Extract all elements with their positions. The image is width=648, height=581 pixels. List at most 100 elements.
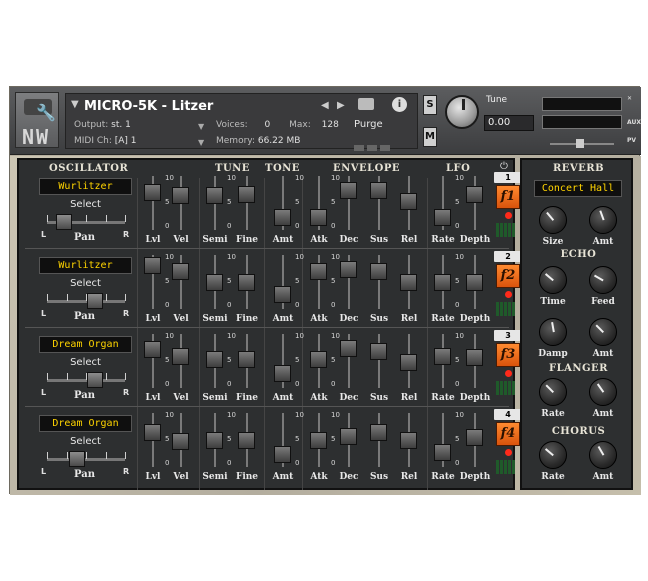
fine-fader[interactable] [237, 176, 257, 230]
echo-time-knob[interactable] [539, 266, 567, 294]
pan-slider-thumb[interactable] [87, 293, 104, 309]
camera-icon[interactable] [358, 98, 374, 110]
aux-label[interactable]: AUX [627, 119, 641, 126]
volume-slider[interactable] [542, 138, 622, 148]
atk-fader[interactable] [309, 334, 329, 388]
echo-amt-knob[interactable] [589, 318, 617, 346]
vel-fader[interactable] [171, 413, 191, 467]
atk-fader-thumb[interactable] [310, 263, 327, 281]
lfo-function-button[interactable]: f1 [496, 185, 520, 209]
fine-fader-thumb[interactable] [238, 186, 255, 204]
pan-slider-thumb[interactable] [87, 372, 104, 388]
vel-fader-thumb[interactable] [172, 348, 189, 366]
rate-fader-thumb[interactable] [434, 444, 451, 462]
pan-slider-thumb[interactable] [68, 451, 85, 467]
dec-fader-thumb[interactable] [340, 427, 357, 445]
semi-fader[interactable] [205, 255, 225, 309]
depth-fader[interactable] [465, 176, 485, 230]
rate-fader[interactable] [433, 176, 453, 230]
max-value[interactable]: 128 [322, 120, 339, 130]
dec-fader[interactable] [339, 255, 359, 309]
atk-fader[interactable] [309, 176, 329, 230]
rel-fader[interactable] [399, 255, 419, 309]
depth-fader-thumb[interactable] [466, 274, 483, 292]
semi-fader[interactable] [205, 413, 225, 467]
amt-fader-thumb[interactable] [274, 286, 291, 304]
vel-fader[interactable] [171, 334, 191, 388]
amt-fader[interactable] [273, 413, 293, 467]
sus-fader[interactable] [369, 176, 389, 230]
amt-fader[interactable] [273, 176, 293, 230]
rate-fader[interactable] [433, 255, 453, 309]
output-dropdown-icon[interactable]: ▼ [198, 122, 208, 132]
amt-fader-thumb[interactable] [274, 208, 291, 226]
atk-fader[interactable] [309, 255, 329, 309]
lvl-fader[interactable] [143, 255, 163, 309]
echo-feed-knob[interactable] [589, 266, 617, 294]
semi-fader-thumb[interactable] [206, 431, 223, 449]
vel-fader[interactable] [171, 176, 191, 230]
wrench-button[interactable]: 🔧 [24, 99, 56, 122]
fine-fader[interactable] [237, 413, 257, 467]
midi-row[interactable]: MIDI Ch: [A] 1 [74, 136, 137, 146]
rel-fader-thumb[interactable] [400, 354, 417, 372]
depth-fader-thumb[interactable] [466, 428, 483, 446]
tune-knob[interactable] [445, 95, 479, 129]
amt-fader-thumb[interactable] [274, 365, 291, 383]
info-icon[interactable]: i [392, 97, 407, 112]
fine-fader-thumb[interactable] [238, 350, 255, 368]
semi-fader[interactable] [205, 176, 225, 230]
rate-fader[interactable] [433, 413, 453, 467]
atk-fader[interactable] [309, 413, 329, 467]
reverb-amt-knob[interactable] [589, 206, 617, 234]
semi-fader-thumb[interactable] [206, 274, 223, 292]
flanger-amt-knob[interactable] [589, 378, 617, 406]
semi-fader-thumb[interactable] [206, 350, 223, 368]
fine-fader-thumb[interactable] [238, 273, 255, 291]
oscillator-sound-display[interactable]: Dream Organ [39, 415, 132, 432]
instrument-name[interactable]: MICRO-5K - Litzer [84, 99, 213, 114]
tune-value[interactable]: 0.00 [484, 115, 534, 131]
oscillator-sound-display[interactable]: Wurlitzer [39, 178, 132, 195]
pan-slider-thumb[interactable] [56, 214, 73, 230]
sus-fader[interactable] [369, 413, 389, 467]
vel-fader-thumb[interactable] [172, 433, 189, 451]
dec-fader[interactable] [339, 334, 359, 388]
chorus-amt-knob[interactable] [589, 441, 617, 469]
dec-fader-thumb[interactable] [340, 181, 357, 199]
rel-fader-thumb[interactable] [400, 192, 417, 210]
amt-fader-thumb[interactable] [274, 446, 291, 464]
semi-fader-thumb[interactable] [206, 187, 223, 205]
lfo-function-button[interactable]: f3 [496, 343, 520, 367]
sus-fader-thumb[interactable] [370, 343, 387, 361]
reverb-size-knob[interactable] [539, 206, 567, 234]
amt-fader[interactable] [273, 334, 293, 388]
lvl-fader-thumb[interactable] [144, 341, 161, 359]
fine-fader[interactable] [237, 255, 257, 309]
lvl-fader-thumb[interactable] [144, 256, 161, 274]
lvl-fader[interactable] [143, 334, 163, 388]
vel-fader-thumb[interactable] [172, 187, 189, 205]
chorus-rate-knob[interactable] [539, 441, 567, 469]
sus-fader-thumb[interactable] [370, 424, 387, 442]
depth-fader[interactable] [465, 255, 485, 309]
dec-fader[interactable] [339, 413, 359, 467]
fine-fader-thumb[interactable] [238, 431, 255, 449]
rate-fader-thumb[interactable] [434, 208, 451, 226]
atk-fader-thumb[interactable] [310, 350, 327, 368]
midi-dropdown-icon[interactable]: ▼ [198, 138, 208, 148]
close-icon[interactable]: ✕ [627, 95, 632, 102]
depth-fader[interactable] [465, 413, 485, 467]
depth-fader-thumb[interactable] [466, 348, 483, 366]
pv-label[interactable]: PV [627, 137, 636, 144]
lfo-function-button[interactable]: f2 [496, 264, 520, 288]
purge-menu[interactable]: Purge [354, 119, 383, 130]
lvl-fader-thumb[interactable] [144, 424, 161, 442]
logo-tile[interactable]: 🔧 NW [15, 92, 59, 149]
oscillator-sound-display[interactable]: Dream Organ [39, 336, 132, 353]
solo-button[interactable]: S [423, 95, 437, 115]
oscillator-sound-display[interactable]: Wurlitzer [39, 257, 132, 274]
dec-fader-thumb[interactable] [340, 260, 357, 278]
semi-fader[interactable] [205, 334, 225, 388]
dec-fader-thumb[interactable] [340, 339, 357, 357]
